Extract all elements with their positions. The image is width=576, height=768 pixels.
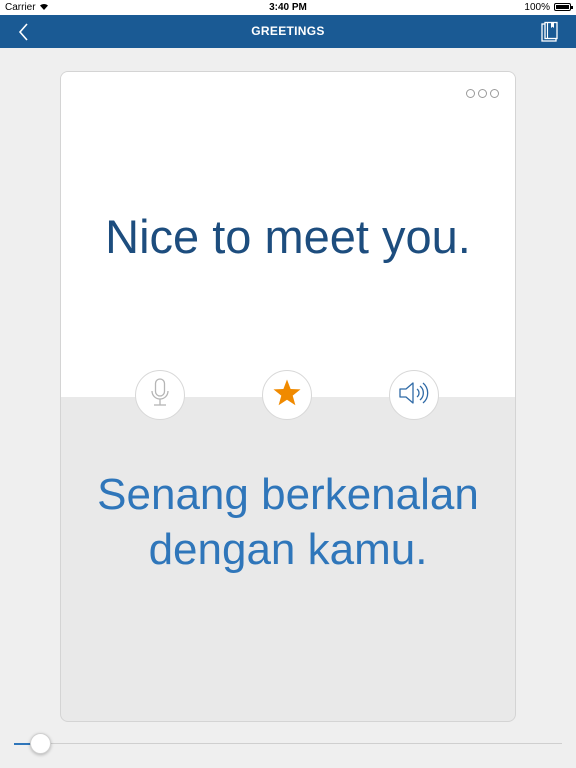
- microphone-icon: [148, 377, 172, 414]
- star-icon: [272, 378, 302, 413]
- progress-slider-thumb[interactable]: [30, 733, 51, 754]
- phrase-text: Nice to meet you.: [105, 210, 471, 263]
- battery-icon: [554, 3, 573, 11]
- more-dots-icon[interactable]: [466, 89, 499, 98]
- record-button[interactable]: [135, 370, 185, 420]
- status-bar: Carrier 3:40 PM 100%: [0, 0, 576, 15]
- flashcard[interactable]: Nice to meet you. Senang berkenalan deng…: [60, 71, 516, 722]
- phrasebook-icon[interactable]: [539, 21, 559, 43]
- translation-text: Senang berkenalan dengan kamu.: [97, 470, 479, 574]
- progress-slider-track[interactable]: [14, 743, 562, 744]
- nav-bar: GREETINGS: [0, 15, 576, 48]
- status-time: 3:40 PM: [269, 2, 307, 13]
- speaker-icon: [397, 378, 431, 413]
- page-title: GREETINGS: [251, 24, 325, 38]
- battery-percent: 100%: [524, 2, 550, 13]
- favorite-button[interactable]: [262, 370, 312, 420]
- play-audio-button[interactable]: [389, 370, 439, 420]
